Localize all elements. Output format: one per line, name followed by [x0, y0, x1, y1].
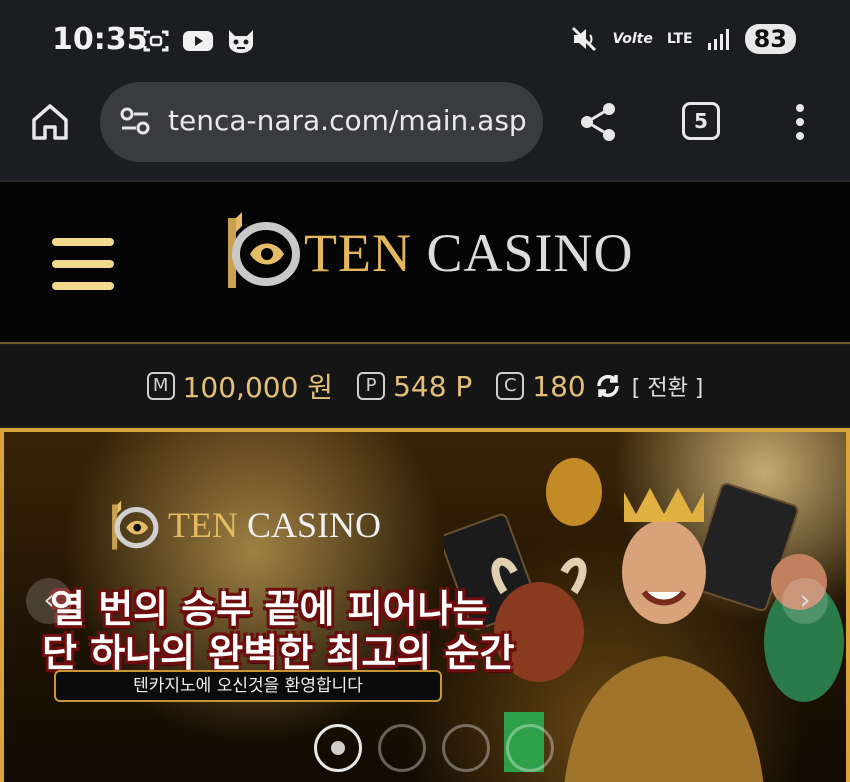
battery-indicator: 83: [744, 24, 796, 54]
wallet-bar: M 100,000 원 P 548 P C 180 [ 전환 ]: [0, 346, 850, 426]
refresh-icon[interactable]: [594, 372, 622, 400]
logo-casino-text: CASINO: [426, 223, 634, 283]
tab-switcher-button[interactable]: 5: [682, 102, 720, 140]
site-logo[interactable]: TEN CASINO: [222, 208, 632, 298]
browser-toolbar: tenca-nara.com/main.asp 5: [0, 80, 850, 180]
status-bar: 10:35 Volte LTE 83: [0, 0, 850, 80]
url-text[interactable]: tenca-nara.com/main.asp: [168, 104, 527, 137]
banner-logo: TEN CASINO: [104, 498, 394, 556]
coin-balance: C 180: [496, 369, 586, 403]
volte-icon: Volte: [612, 31, 653, 47]
address-bar[interactable]: tenca-nara.com/main.asp: [100, 82, 543, 162]
carousel-dot[interactable]: [378, 724, 426, 772]
banner-logo-casino-text: CASINO: [246, 505, 381, 545]
carousel-indicators: [314, 724, 554, 772]
point-value: 548 P: [393, 369, 473, 403]
banner-logo-ten-text: TEN: [168, 505, 238, 545]
status-time: 10:35: [52, 22, 148, 57]
site-settings-icon[interactable]: [118, 104, 152, 138]
banner-logo-emblem-icon: [112, 500, 159, 550]
money-balance: M 100,000 원: [146, 366, 334, 406]
lte-icon: LTE: [666, 31, 693, 47]
welcome-message: 텐카지노에 오신것을 환영합니다: [54, 670, 442, 702]
hamburger-menu-button[interactable]: [52, 238, 114, 290]
mute-icon: [572, 26, 597, 52]
more-options-icon[interactable]: [788, 100, 812, 144]
signal-icon: [707, 29, 729, 50]
swap-button[interactable]: [ 전환 ]: [632, 370, 704, 402]
cat-mask-icon: [229, 30, 253, 53]
logo-ten-text: TEN: [304, 223, 412, 283]
carousel-dot[interactable]: [442, 724, 490, 772]
point-badge-icon: P: [357, 372, 386, 400]
banner-headline-2: 단 하나의 완벽한 최고의 순간: [42, 631, 515, 675]
money-badge-icon: M: [146, 372, 175, 400]
money-value: 100,000 원: [182, 371, 334, 404]
screenshot-icon: [143, 30, 169, 52]
youtube-icon: [183, 31, 213, 51]
carousel-dot[interactable]: [314, 724, 362, 772]
carousel-next-button[interactable]: ›: [782, 578, 828, 624]
carousel-prev-button[interactable]: ‹: [26, 578, 72, 624]
logo-emblem-icon: [228, 212, 300, 288]
promo-banner[interactable]: TEN CASINO 열 번의 승부 끝에 피어나는 단 하나의 완벽한 최고의…: [0, 428, 850, 782]
coin-badge-icon: C: [496, 372, 525, 400]
site-header: TEN CASINO: [0, 180, 850, 344]
point-balance: P 548 P: [357, 370, 472, 403]
coin-value: 180: [532, 369, 586, 403]
carousel-dot[interactable]: [506, 724, 554, 772]
home-icon[interactable]: [28, 100, 72, 144]
share-icon[interactable]: [576, 100, 620, 144]
